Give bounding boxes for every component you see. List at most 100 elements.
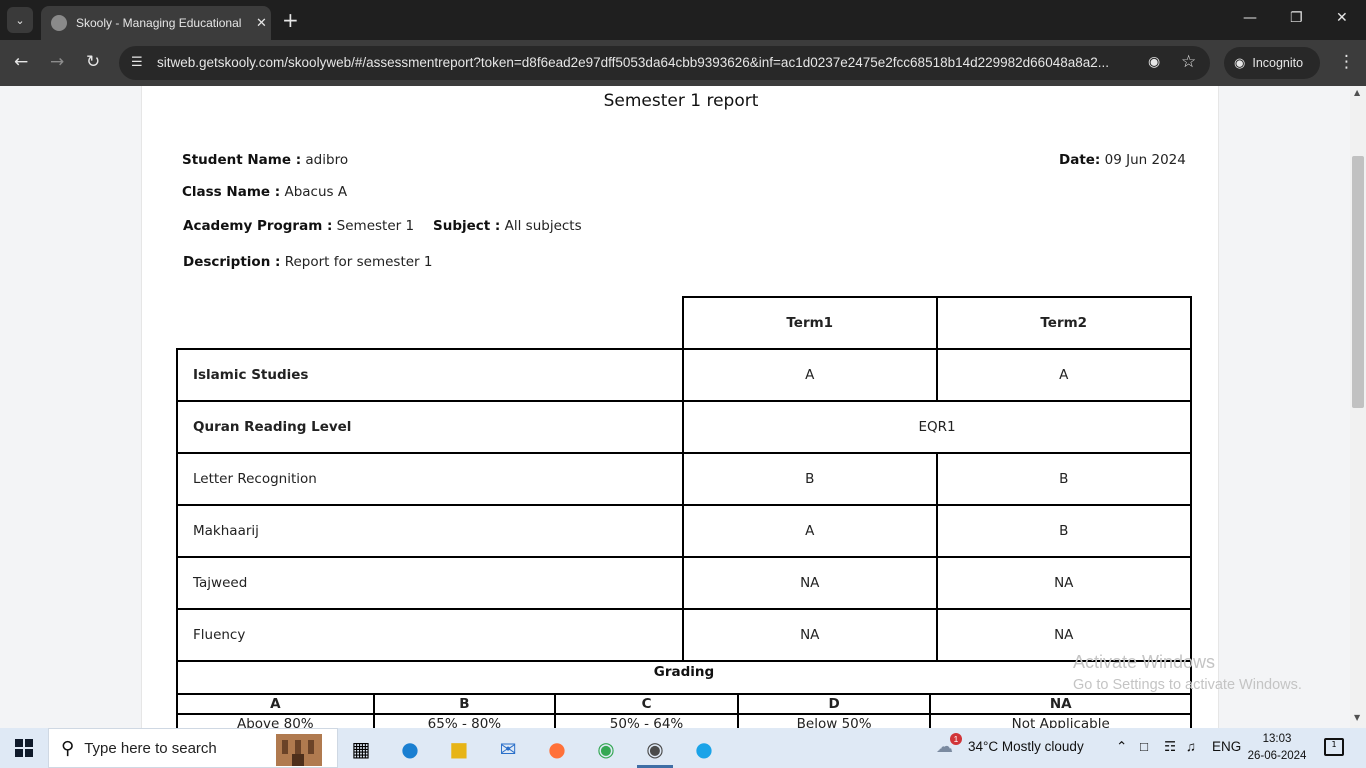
- url-text[interactable]: sitweb.getskooly.com/skoolyweb/#/assessm…: [157, 55, 1109, 70]
- scrollbar-thumb[interactable]: [1352, 156, 1364, 408]
- notification-center-icon[interactable]: 1: [1324, 738, 1344, 756]
- show-hidden-icons-icon[interactable]: ⌃: [1116, 739, 1127, 755]
- term1-cell: A: [682, 504, 938, 558]
- date-label: Date:: [1059, 152, 1101, 168]
- skype-icon[interactable]: ●: [691, 736, 717, 762]
- range-cell: Above 80%: [176, 713, 375, 728]
- term2-cell: A: [935, 348, 1192, 402]
- skooly-favicon-icon: [51, 15, 67, 31]
- scroll-down-arrow-icon[interactable]: ▼: [1354, 713, 1360, 722]
- reload-icon[interactable]: ↻: [86, 52, 100, 72]
- table-row: Makhaarij A B: [176, 504, 1192, 558]
- grade-cell: NA: [929, 693, 1192, 715]
- description-label: Description :: [183, 254, 281, 270]
- subject-cell: Tajweed: [176, 556, 684, 610]
- table-row: Islamic Studies A A: [176, 348, 1192, 402]
- back-arrow-icon[interactable]: ←: [14, 52, 28, 72]
- search-placeholder: Type here to search: [84, 739, 217, 757]
- browser-tab-active[interactable]: Skooly - Managing Educational ✕: [41, 6, 271, 40]
- class-name-field: Class Name : Abacus A: [182, 184, 347, 200]
- student-name-label: Student Name :: [182, 152, 302, 168]
- page-viewport: Semester 1 report Student Name : adibro …: [0, 86, 1350, 728]
- range-cell: Below 50%: [736, 713, 932, 728]
- chrome-icon[interactable]: ◉: [593, 736, 619, 762]
- student-name-field: Student Name : adibro: [182, 152, 348, 168]
- minimize-icon[interactable]: —: [1243, 10, 1257, 26]
- mail-icon[interactable]: ✉: [495, 736, 521, 762]
- meet-now-icon[interactable]: □: [1140, 739, 1148, 754]
- range-cell: Not Applicable: [929, 713, 1192, 728]
- term1-cell: NA: [682, 556, 938, 610]
- grading-title: Grading: [176, 651, 1192, 695]
- term1-header: Term1: [682, 296, 938, 350]
- table-header-row: Term1 Term2: [177, 296, 1192, 350]
- search-icon: ⚲: [61, 737, 75, 759]
- new-tab-plus-icon[interactable]: +: [282, 9, 299, 31]
- windows-start-icon[interactable]: [15, 739, 33, 757]
- tab-search-chevron-icon[interactable]: ⌄: [7, 7, 33, 33]
- term2-cell: B: [935, 452, 1192, 506]
- term1-cell: A: [682, 348, 938, 402]
- bookmark-star-icon[interactable]: ☆: [1181, 52, 1196, 72]
- activate-windows-watermark: Activate Windows Go to Settings to activ…: [1073, 652, 1302, 693]
- table-row: Quran Reading Level EQR1: [176, 400, 1192, 454]
- subject-cell: Islamic Studies: [176, 348, 684, 402]
- merged-level-cell: EQR1: [682, 400, 1192, 454]
- range-cell: 65% - 80%: [372, 713, 557, 728]
- clock-time: 13:03: [1262, 733, 1292, 745]
- browser-menu-icon[interactable]: ⋮: [1338, 52, 1355, 72]
- restore-icon[interactable]: ❐: [1290, 10, 1303, 26]
- chrome-incognito-icon[interactable]: ◉: [642, 736, 668, 762]
- grading-range-row: Above 80% 65% - 80% 50% - 64% Below 50% …: [176, 713, 1192, 728]
- term2-header: Term2: [935, 296, 1192, 350]
- edge-browser-icon[interactable]: ●: [397, 736, 423, 762]
- weather-alert-badge: 1: [950, 733, 962, 745]
- close-tab-icon[interactable]: ✕: [256, 16, 267, 31]
- volume-icon[interactable]: ♫: [1186, 739, 1196, 754]
- watermark-line-1: Activate Windows: [1073, 652, 1216, 672]
- grading-header-row: A B C D NA: [176, 693, 1192, 715]
- description-value: Report for semester 1: [284, 254, 433, 270]
- subject-cell: Letter Recognition: [176, 452, 684, 506]
- language-indicator[interactable]: ENG: [1212, 739, 1241, 754]
- window-close-icon[interactable]: ✕: [1336, 10, 1348, 26]
- range-cell: 50% - 64%: [554, 713, 739, 728]
- address-bar[interactable]: ☰ sitweb.getskooly.com/skoolyweb/#/asses…: [119, 46, 1210, 80]
- file-explorer-icon[interactable]: ■: [446, 736, 472, 762]
- subject-label: Subject :: [433, 218, 501, 234]
- grade-cell: B: [372, 693, 557, 715]
- site-info-icon[interactable]: ☰: [131, 55, 143, 70]
- system-clock[interactable]: 13:03 26-06-2024: [1244, 731, 1310, 765]
- academy-program-label: Academy Program :: [183, 218, 333, 234]
- firefox-icon[interactable]: ●: [544, 736, 570, 762]
- scroll-up-arrow-icon[interactable]: ▲: [1354, 88, 1360, 97]
- grade-cell: C: [554, 693, 739, 715]
- term1-cell: B: [682, 452, 938, 506]
- table-row: Letter Recognition B B: [176, 452, 1192, 506]
- incognito-badge[interactable]: ◉ Incognito: [1224, 47, 1320, 79]
- page-scrollbar[interactable]: ▲ ▼: [1350, 86, 1366, 728]
- browser-toolbar: ← → ↻ ☰ sitweb.getskooly.com/skoolyweb/#…: [0, 40, 1366, 86]
- report-title: Semester 1 report: [603, 91, 759, 111]
- tracking-eye-off-icon[interactable]: ◉: [1148, 54, 1160, 70]
- date-value: 09 Jun 2024: [1104, 152, 1186, 168]
- search-highlight-image-icon[interactable]: [262, 730, 334, 766]
- description-field: Description : Report for semester 1: [183, 254, 432, 270]
- date-field: Date: 09 Jun 2024: [1059, 152, 1186, 168]
- grading-scale-table: A B C D NA Above 80% 65% - 80% 50% - 64%…: [176, 693, 1192, 728]
- weather-text[interactable]: 34°C Mostly cloudy: [968, 739, 1084, 754]
- wifi-icon[interactable]: ☶: [1164, 739, 1176, 755]
- tab-title: Skooly - Managing Educational: [76, 16, 242, 30]
- term2-cell: B: [935, 504, 1192, 558]
- forward-arrow-icon[interactable]: →: [50, 52, 64, 72]
- browser-tab-strip: ⌄ Skooly - Managing Educational ✕ + — ❐ …: [0, 0, 1366, 40]
- grade-cell: A: [176, 693, 375, 715]
- academy-program-value: Semester 1: [336, 218, 415, 234]
- clock-date: 26-06-2024: [1247, 750, 1307, 762]
- subject-field: Subject : All subjects: [433, 218, 582, 234]
- class-name-value: Abacus A: [284, 184, 348, 200]
- assessment-table: Term1 Term2 Islamic Studies A A Quran Re…: [176, 296, 1192, 662]
- task-view-icon[interactable]: ▦: [348, 736, 374, 762]
- incognito-icon: ◉: [1234, 55, 1246, 70]
- incognito-label: Incognito: [1252, 56, 1304, 70]
